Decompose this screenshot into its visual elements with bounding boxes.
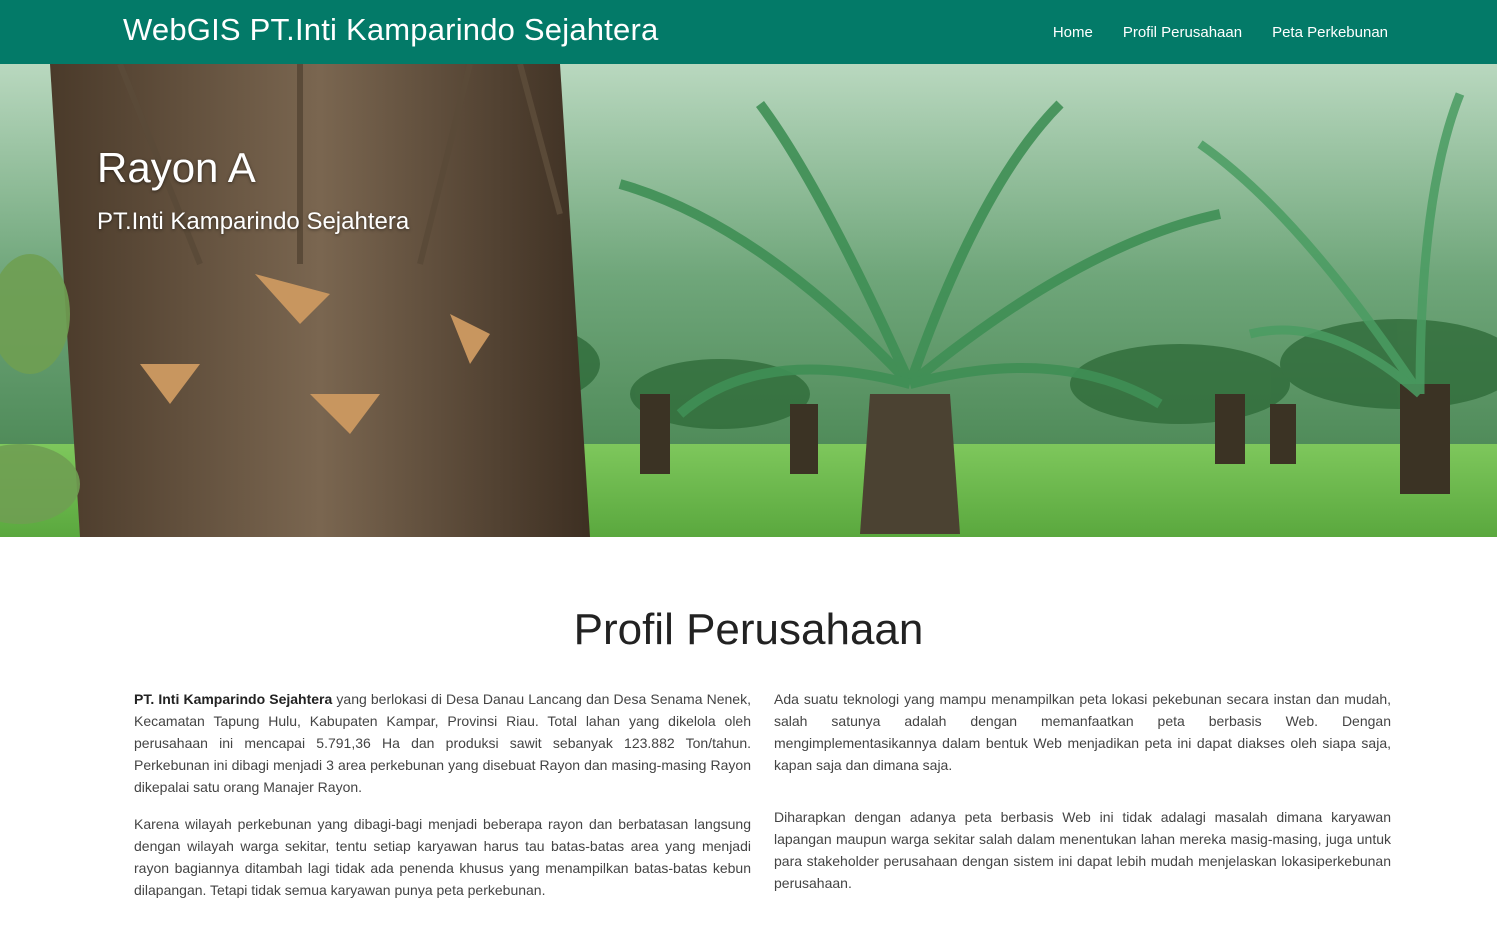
hero-subtitle: PT.Inti Kamparindo Sejahtera [97,208,410,235]
hero-banner: Rayon A PT.Inti Kamparindo Sejahtera [0,64,1497,537]
navbar: WebGIS PT.Inti Kamparindo Sejahtera Home… [0,0,1497,64]
profile-paragraph-1: PT. Inti Kamparindo Sejahtera yang berlo… [134,688,751,798]
nav-links: Home Profil Perusahaan Peta Perkebunan [1053,0,1388,64]
profile-left-column: PT. Inti Kamparindo Sejahtera yang berlo… [134,688,751,916]
section-title: Profil Perusahaan [573,605,924,654]
brand-link[interactable]: WebGIS PT.Inti Kamparindo Sejahtera [123,12,658,48]
nav-link-peta-perkebunan[interactable]: Peta Perkebunan [1272,24,1388,41]
company-name: PT. Inti Kamparindo Sejahtera [134,691,333,707]
profile-paragraph-2: Karena wilayah perkebunan yang dibagi-ba… [134,816,751,898]
profile-paragraph-3: Ada suatu teknologi yang mampu menampilk… [774,691,1391,773]
profile-paragraph-4: Diharapkan dengan adanya peta berbasis W… [774,809,1391,891]
nav-link-home[interactable]: Home [1053,24,1093,41]
hero-title: Rayon A [97,144,256,191]
profile-right-column: Ada suatu teknologi yang mampu menampilk… [774,688,1391,909]
nav-link-profil-perusahaan[interactable]: Profil Perusahaan [1123,24,1242,41]
palm-plantation-image [0,64,1497,537]
